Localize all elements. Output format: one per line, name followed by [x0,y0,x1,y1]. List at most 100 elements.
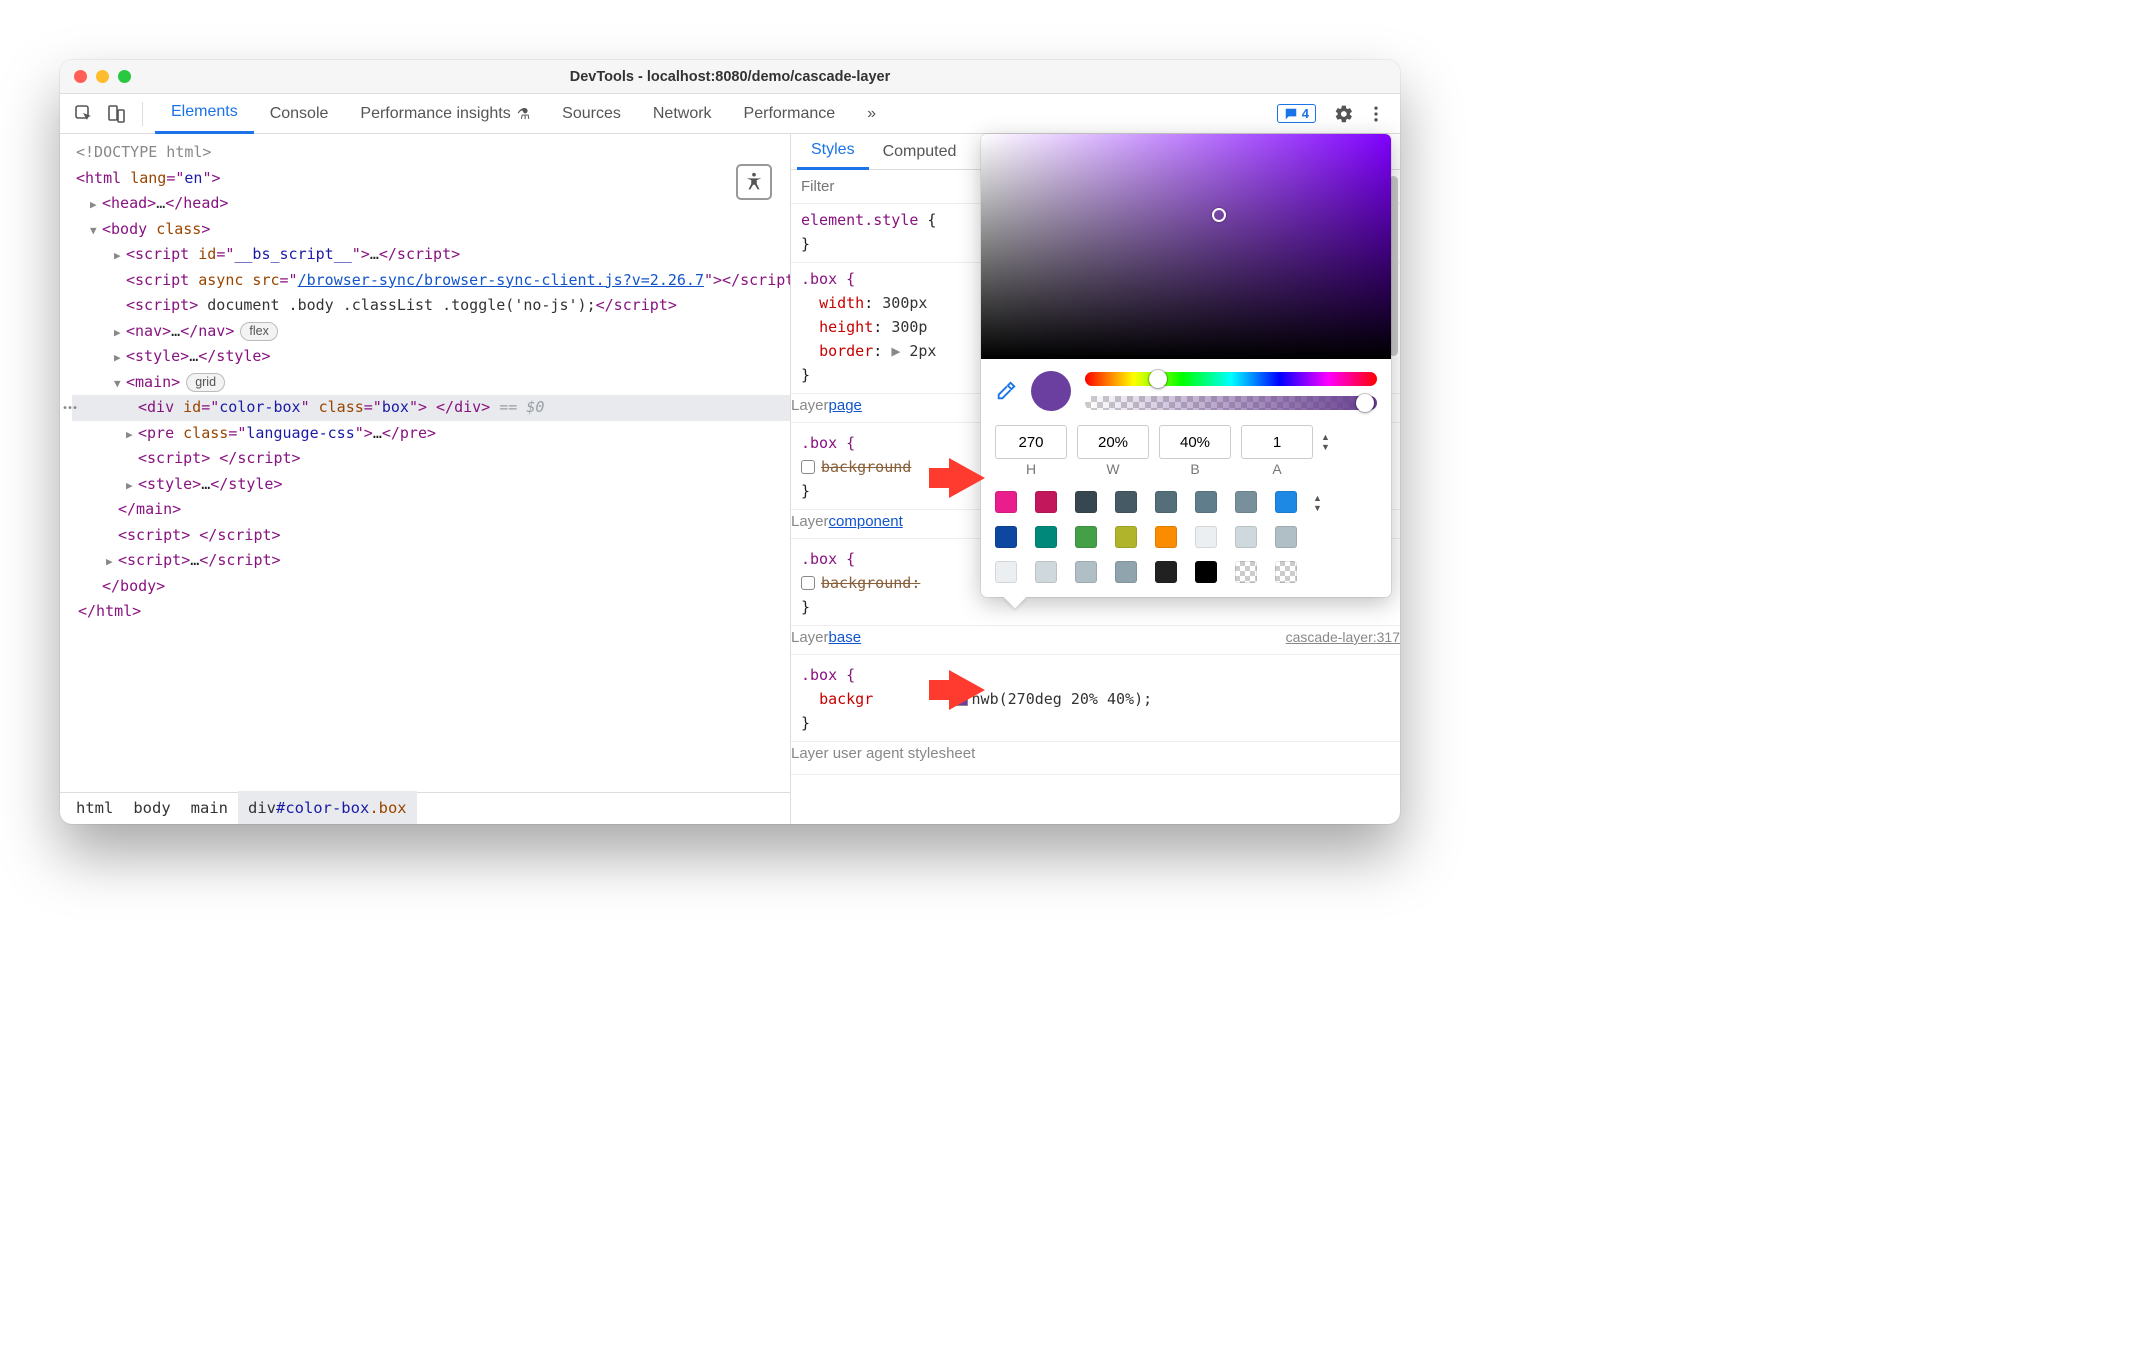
whiteness-input[interactable] [1077,425,1149,459]
layout-pill-grid[interactable]: grid [186,373,225,392]
color-field[interactable] [981,134,1391,359]
body-node[interactable]: <body class> [102,220,210,238]
hue-slider[interactable] [1085,372,1377,386]
collapse-icon[interactable]: ▼ [114,375,124,394]
rule-selector: .box { [801,550,855,568]
palette-swatch[interactable] [1195,526,1217,548]
rule-selector: .box { [801,434,855,452]
palette-swatch[interactable] [1275,561,1297,583]
palette-swatch[interactable] [1075,526,1097,548]
issues-badge[interactable]: 4 [1277,104,1316,123]
breadcrumb: html body main div#color-box.box [60,792,790,824]
more-tabs-icon[interactable]: » [851,94,892,134]
inspect-element-icon[interactable] [70,100,98,128]
collapse-icon[interactable]: ▼ [90,222,100,241]
palette-swatch[interactable] [995,491,1017,513]
settings-icon[interactable] [1330,100,1358,128]
palette-swatch[interactable] [995,526,1017,548]
subtab-computed[interactable]: Computed [869,134,971,170]
alpha-input[interactable] [1241,425,1313,459]
format-stepper-icon[interactable]: ▲▼ [1321,432,1330,452]
palette-swatch[interactable] [995,561,1017,583]
flask-icon: ⚗ [517,105,530,123]
panel-tabs: Elements Console Performance insights⚗ S… [155,94,1273,134]
color-field-cursor[interactable] [1212,208,1226,222]
palette-swatch[interactable] [1275,491,1297,513]
layer-label: Layer user agent stylesheet [791,742,975,766]
breadcrumb-item[interactable]: body [123,791,180,824]
palette-swatch[interactable] [1235,526,1257,548]
css-value[interactable]: hwb(270deg 20% 40%); [972,690,1153,708]
eq-zero-hint: == $0 [490,398,544,416]
palette-swatch[interactable] [1075,561,1097,583]
palette-swatch[interactable] [1195,561,1217,583]
subtab-styles[interactable]: Styles [797,134,869,170]
hue-input[interactable] [995,425,1067,459]
expand-icon[interactable]: ▶ [106,553,116,572]
palette-swatch[interactable] [1155,561,1177,583]
color-picker: ▲▼ H W B A ▲▼ [981,134,1391,597]
layer-link[interactable]: base [829,626,862,650]
palette-swatch[interactable] [1115,491,1137,513]
alpha-thumb[interactable] [1356,394,1374,412]
layout-pill-flex[interactable]: flex [240,322,277,341]
css-property[interactable]: background [821,458,911,476]
head-node[interactable]: <head> [102,194,156,212]
breadcrumb-item[interactable]: html [66,791,123,824]
palette-swatch[interactable] [1195,491,1217,513]
rule-selector: element.style [801,211,918,229]
tab-performance[interactable]: Performance [728,94,852,134]
html-open-tag[interactable]: <html lang="en"> [76,169,221,187]
palette-swatch[interactable] [1155,491,1177,513]
selected-dom-node[interactable]: <div id="color-box" class="box"> </div> … [72,395,790,421]
palette-swatch[interactable] [1035,526,1057,548]
breadcrumb-item-selected[interactable]: div#color-box.box [238,791,417,824]
palette-swatch[interactable] [1035,491,1057,513]
layer-link[interactable]: page [829,394,862,418]
main-toolbar: Elements Console Performance insights⚗ S… [60,94,1400,134]
palette-swatch[interactable] [1075,491,1097,513]
device-toolbar-icon[interactable] [102,100,130,128]
accessibility-tree-icon[interactable] [736,164,772,200]
expand-icon[interactable]: ▶ [90,196,100,215]
tab-performance-insights[interactable]: Performance insights⚗ [344,94,546,134]
expand-icon[interactable]: ▶ [114,247,124,266]
alpha-slider[interactable] [1085,396,1377,410]
blackness-input[interactable] [1159,425,1231,459]
palette-swatch[interactable] [1275,526,1297,548]
palette-swatch[interactable] [1115,526,1137,548]
tab-network[interactable]: Network [637,94,728,134]
palette-swatch[interactable] [1155,526,1177,548]
palette-grid [995,491,1297,583]
script-src-link[interactable]: /browser-sync/browser-sync-client.js?v=2… [298,271,704,289]
hue-thumb[interactable] [1149,370,1167,388]
property-toggle[interactable] [801,576,815,590]
palette-stepper-icon[interactable]: ▲▼ [1313,493,1322,513]
palette-swatch[interactable] [1235,491,1257,513]
source-link[interactable]: cascade-layer:317 [1286,626,1400,650]
expand-icon[interactable]: ▶ [114,324,124,343]
expand-icon[interactable]: ▶ [126,426,136,445]
eyedropper-icon[interactable] [995,380,1017,402]
message-icon [1284,107,1298,121]
label-b: B [1159,461,1231,477]
tab-sources[interactable]: Sources [546,94,637,134]
tab-console[interactable]: Console [254,94,345,134]
dom-tree[interactable]: <!DOCTYPE html> <html lang="en"> ▶<head>… [60,134,790,625]
tab-elements[interactable]: Elements [155,94,254,134]
palette-swatch[interactable] [1115,561,1137,583]
palette-swatch[interactable] [1035,561,1057,583]
main-area: <!DOCTYPE html> <html lang="en"> ▶<head>… [60,134,1400,824]
css-property[interactable]: background [821,574,911,592]
expand-icon[interactable]: ▶ [126,477,136,496]
rule-layer-base: Layer basecascade-layer:317 .box { backg… [791,622,1400,742]
palette-swatch[interactable] [1235,561,1257,583]
doctype-node[interactable]: <!DOCTYPE html> [76,143,211,161]
property-toggle[interactable] [801,460,815,474]
expand-icon[interactable]: ▶ [114,349,124,368]
kebab-menu-icon[interactable] [1362,100,1390,128]
separator [142,102,143,126]
breadcrumb-item[interactable]: main [181,791,238,824]
issues-count: 4 [1302,106,1309,121]
layer-link[interactable]: component [829,510,903,534]
